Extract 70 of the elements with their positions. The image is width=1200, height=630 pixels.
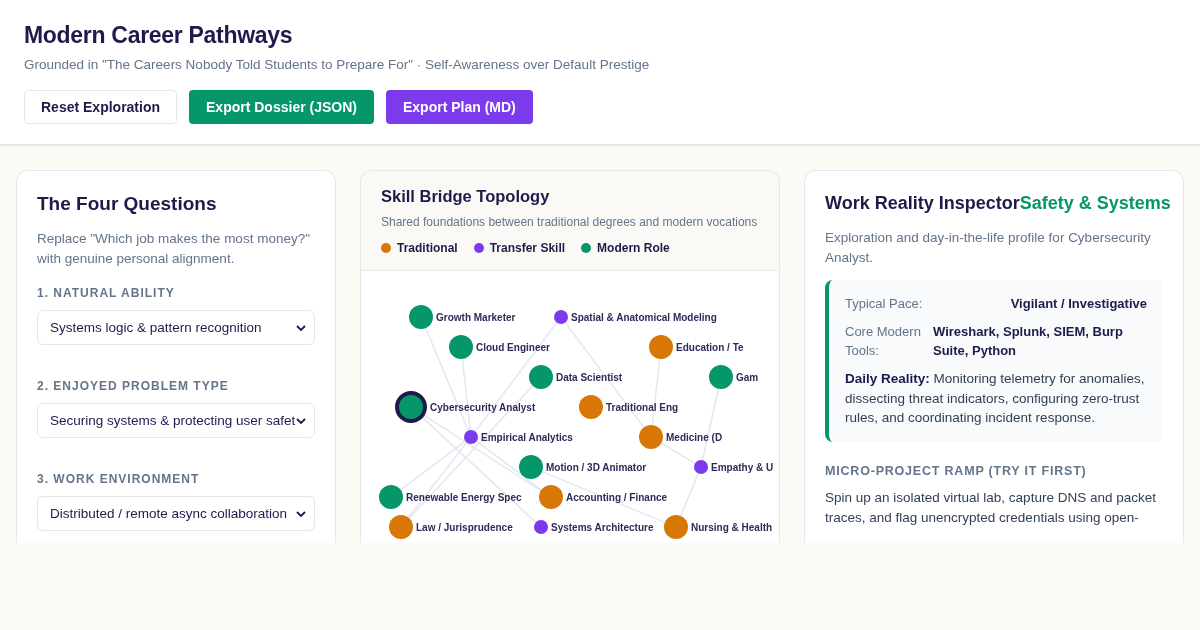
answer-dropdown[interactable]: Distributed / remote async collaboration	[37, 496, 315, 531]
link-line	[679, 472, 700, 517]
panel-intro: Replace "Which job makes the most money?" with genuine personal alignment.	[37, 230, 311, 268]
project-description: Spin up an isolated virtual lab, capture DNS and packet traces, and flag unencrypted credentials using open-	[825, 488, 1157, 527]
legend-dot	[381, 243, 391, 253]
graph-node[interactable]	[464, 430, 478, 444]
node-label: Education / Te	[676, 342, 744, 353]
legend-dot	[581, 243, 592, 253]
question-label: 3. WORK ENVIRONMENT	[37, 472, 201, 486]
graph-node[interactable]	[389, 515, 413, 539]
caret-icon	[296, 510, 306, 517]
node-label: Growth Marketer	[436, 312, 516, 323]
panel-title: The Four Questions	[37, 193, 218, 215]
caret-icon	[296, 417, 306, 424]
node-label: Nursing & Health	[691, 522, 773, 533]
legend-label: Transfer Skill	[489, 241, 566, 255]
node-label: Data Scientist	[556, 372, 623, 383]
fact-value: Wireshark, Splunk, SIEM, Burp Suite, Python	[933, 323, 1124, 360]
fact-label: Typical Pace:	[845, 295, 924, 313]
node-label: Gam	[736, 372, 759, 383]
node-label: Traditional Eng	[606, 402, 679, 413]
node-label: Spatial & Anatomical Modeling	[571, 312, 717, 323]
graph-node[interactable]	[379, 485, 403, 509]
legend-dot	[473, 243, 484, 253]
legend-label: Modern Role	[597, 241, 670, 255]
graph-node[interactable]	[649, 335, 673, 359]
panel-title: Skill Bridge Topology	[381, 187, 551, 206]
node-label: Empirical Analytics	[481, 432, 573, 443]
graph-node[interactable]	[449, 335, 473, 359]
page-subtitle: Grounded in "The Careers Nobody Told Students to Prepare For" · Self-Awareness over Default Prestige	[24, 57, 650, 72]
question-label: 1. NATURAL ABILITY	[37, 286, 176, 300]
fact-label: Core Modern Tools:	[845, 323, 922, 360]
panel-subtitle: Shared foundations between traditional degrees and modern vocations	[381, 215, 759, 229]
daily-reality-text: Daily Reality: Monitoring telemetry for anomalies, dissecting threat indicators, configuring zero-trust rules, and coordinating incident response.	[845, 370, 1146, 427]
node-label: Medicine (D	[666, 432, 723, 443]
link-line	[660, 442, 696, 465]
graph-node[interactable]	[579, 395, 603, 419]
node-label: Cloud Engineer	[476, 342, 550, 353]
page-title: Modern Career Pathways	[24, 22, 293, 49]
action-button[interactable]: Export Dossier (JSON)	[189, 90, 374, 124]
graph-node[interactable]	[529, 365, 553, 389]
graph-node[interactable]	[664, 515, 688, 539]
node-label: Empathy & U	[711, 462, 774, 473]
node-label: Systems Architecture	[551, 522, 654, 533]
legend-label: Traditional	[397, 241, 458, 255]
graph-node[interactable]	[554, 310, 568, 324]
panel-title: Work Reality Inspector	[825, 193, 1020, 213]
graph-node[interactable]	[694, 460, 708, 474]
node-label: Law / Jurisprudence	[416, 522, 513, 533]
caret-icon	[296, 324, 306, 331]
fact-value: Vigilant / Investigative	[1009, 295, 1147, 313]
section-heading: MICRO-PROJECT RAMP (TRY IT FIRST)	[825, 463, 1088, 478]
graph-node[interactable]	[519, 455, 543, 479]
panel-intro: Exploration and day-in-the-life profile for Cybersecurity Analyst.	[825, 229, 1152, 267]
graph-node[interactable]	[539, 485, 563, 509]
graph-node[interactable]	[395, 391, 427, 423]
node-label: Motion / 3D Animator	[546, 462, 647, 473]
question-label: 2. ENJOYED PROBLEM TYPE	[37, 379, 230, 393]
graph-node[interactable]	[409, 305, 433, 329]
category-tag: Safety & Systems	[1019, 193, 1171, 213]
graph-node[interactable]	[709, 365, 733, 389]
action-button[interactable]: Reset Exploration	[24, 90, 178, 124]
answer-dropdown[interactable]: Systems logic & pattern recognition	[37, 310, 315, 345]
node-label: Cybersecurity Analyst	[430, 402, 536, 413]
node-label: Accounting / Finance	[566, 492, 668, 503]
graph-node[interactable]	[639, 425, 663, 449]
node-label: Renewable Energy Spec	[406, 492, 522, 503]
graph-node[interactable]	[534, 520, 548, 534]
action-button[interactable]: Export Plan (MD)	[385, 90, 533, 124]
answer-dropdown[interactable]: Securing systems & protecting user safet	[37, 403, 315, 438]
